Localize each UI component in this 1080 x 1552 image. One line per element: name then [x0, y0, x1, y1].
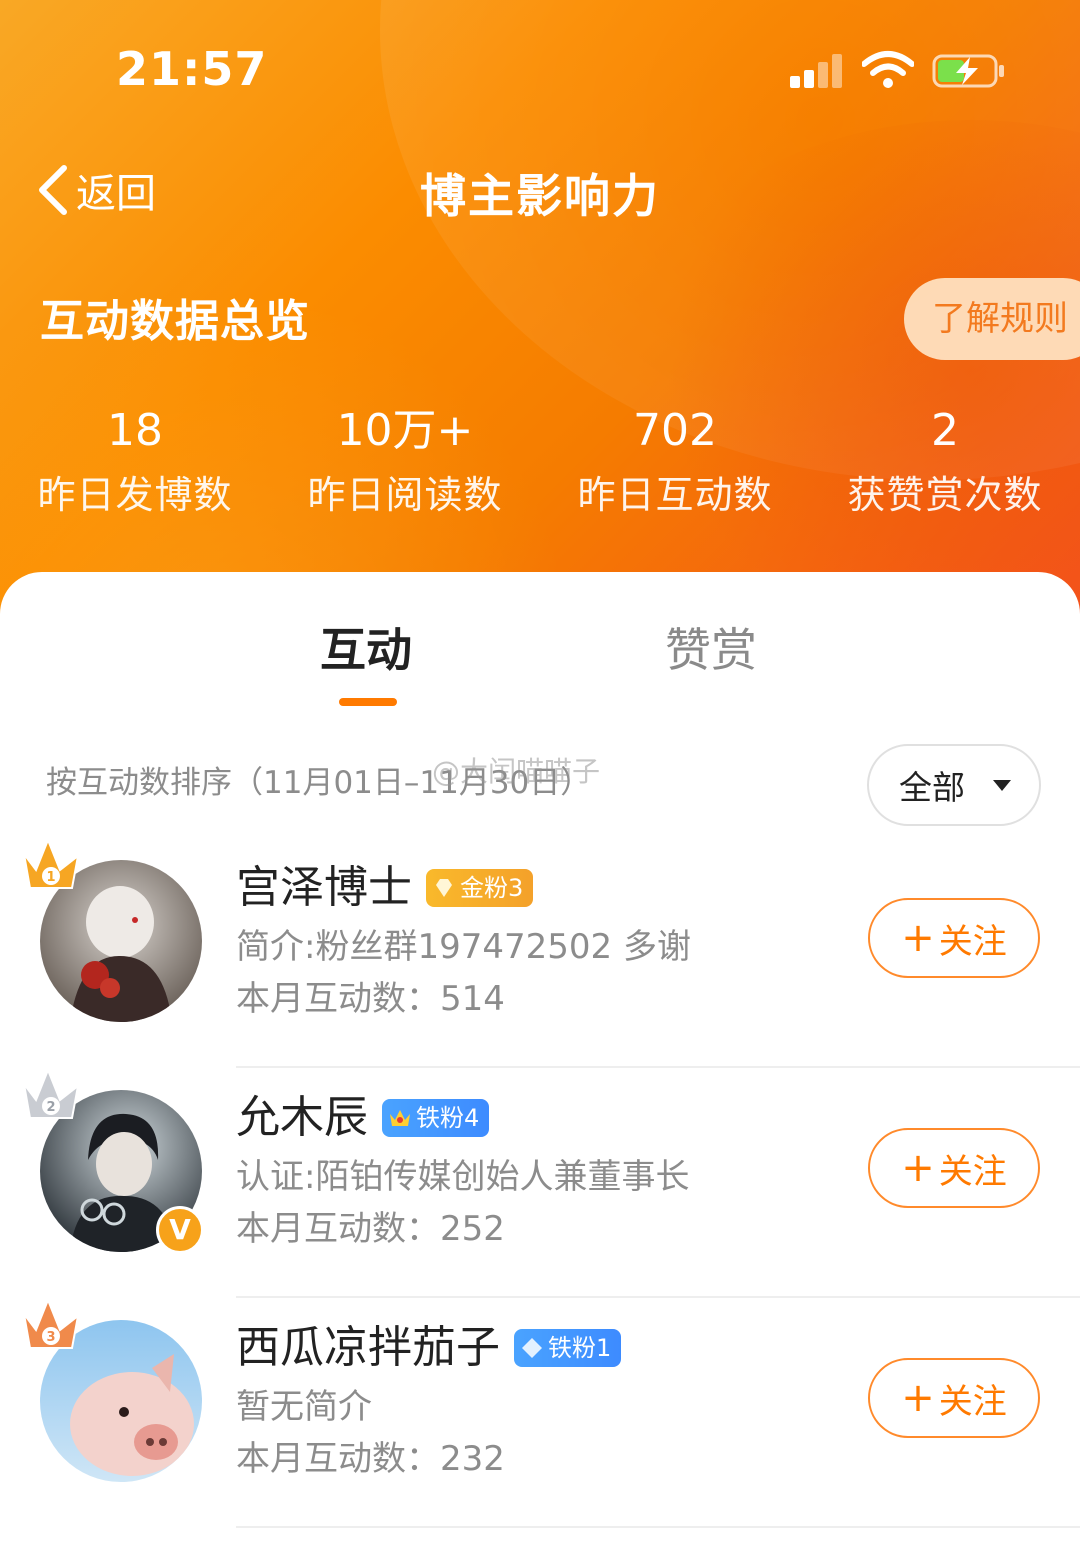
- user-name[interactable]: 宫泽博士: [236, 858, 412, 918]
- interaction-count: 本月互动数：514: [236, 974, 505, 1024]
- follow-label: 关注: [938, 1381, 1007, 1422]
- follow-button[interactable]: + 关注: [868, 1358, 1040, 1438]
- user-intro: 暂无简介: [236, 1387, 372, 1427]
- interaction-count: 本月互动数：232: [236, 1434, 505, 1484]
- rank-number: 2: [46, 1100, 55, 1115]
- tab-reward[interactable]: 赞赏: [665, 620, 757, 680]
- stat-value: 10万+: [336, 405, 474, 456]
- active-tab-indicator: [339, 698, 397, 706]
- stat-posts: 18 昨日发博数: [0, 405, 270, 525]
- wifi-icon: [862, 51, 914, 88]
- fan-badge: 铁粉1: [514, 1329, 622, 1367]
- tab-bar: 互动 赞赏: [0, 620, 1080, 720]
- divider: [236, 1526, 1080, 1528]
- rank-number: 1: [46, 870, 55, 885]
- rank-crown-icon: 3: [23, 1297, 80, 1349]
- list-item[interactable]: 1 宫泽博士 金粉3 简介:粉丝群197472502 多谢 本月互动数：514 …: [0, 837, 1080, 1068]
- gold-gem-icon: [436, 879, 452, 897]
- rank-crown-icon: 1: [23, 837, 80, 889]
- follow-label: 关注: [938, 1151, 1007, 1192]
- stat-label: 昨日发博数: [37, 473, 233, 517]
- verified-badge-icon: V: [156, 1206, 204, 1254]
- stat-label: 获赞赏次数: [847, 473, 1043, 517]
- status-time: 21:57: [116, 42, 268, 96]
- crown-gem-icon: [390, 1110, 410, 1126]
- plus-icon: +: [901, 1375, 935, 1421]
- stats-row: 18 昨日发博数 10万+ 昨日阅读数 702 昨日互动数 2 获赞赏次数: [0, 405, 1080, 525]
- fan-badge-label: 金粉3: [460, 874, 524, 902]
- filter-dropdown[interactable]: 全部: [867, 744, 1041, 826]
- follow-label: 关注: [938, 921, 1007, 962]
- stat-value: 18: [107, 405, 163, 456]
- battery-charging-icon: [932, 54, 1004, 88]
- stat-interactions: 702 昨日互动数: [540, 405, 810, 525]
- user-name[interactable]: 允木辰: [236, 1088, 368, 1148]
- count-value: 514: [440, 979, 505, 1019]
- count-label: 本月互动数：: [236, 1209, 440, 1249]
- name-line: 西瓜凉拌茄子 铁粉1: [236, 1318, 622, 1378]
- name-line: 允木辰 铁粉4: [236, 1088, 490, 1148]
- list-item[interactable]: 2 V 允木辰 铁粉4 认证:陌铂传媒创始人兼董事长 本月互动数：252 + 关…: [0, 1067, 1080, 1298]
- rank-crown-icon: 2: [23, 1067, 80, 1119]
- user-intro: 认证:陌铂传媒创始人兼董事长: [236, 1157, 690, 1197]
- interaction-count: 本月互动数：252: [236, 1204, 505, 1254]
- page-title: 博主影响力: [420, 169, 660, 223]
- tab-interaction[interactable]: 互动: [320, 620, 412, 680]
- rules-button[interactable]: 了解规则: [904, 278, 1080, 360]
- filter-value: 全部: [899, 768, 965, 807]
- diamond-icon: [522, 1338, 542, 1358]
- overview-title: 互动数据总览: [40, 296, 310, 347]
- list-item[interactable]: 3 西瓜凉拌茄子 铁粉1 暂无简介 本月互动数：232 + 关注: [0, 1297, 1080, 1528]
- stat-reads: 10万+ 昨日阅读数: [270, 405, 540, 525]
- count-value: 252: [440, 1209, 505, 1249]
- fan-badge-label: 铁粉1: [548, 1334, 612, 1362]
- plus-icon: +: [901, 1145, 935, 1191]
- follow-button[interactable]: + 关注: [868, 1128, 1040, 1208]
- stat-value: 702: [633, 405, 717, 456]
- user-name[interactable]: 西瓜凉拌茄子: [236, 1318, 500, 1378]
- count-label: 本月互动数：: [236, 979, 440, 1019]
- user-intro: 简介:粉丝群197472502 多谢: [236, 927, 691, 967]
- count-value: 232: [440, 1439, 505, 1479]
- rank-number: 3: [46, 1330, 55, 1345]
- fan-badge: 铁粉4: [382, 1099, 490, 1137]
- plus-icon: +: [901, 915, 935, 961]
- stat-label: 昨日阅读数: [307, 473, 503, 517]
- fan-badge: 金粉3: [426, 869, 534, 907]
- stat-label: 昨日互动数: [577, 473, 773, 517]
- watermark: @大闰喵喵子: [432, 755, 601, 788]
- count-label: 本月互动数：: [236, 1439, 440, 1479]
- name-line: 宫泽博士 金粉3: [236, 858, 534, 918]
- cellular-signal-icon: [790, 54, 846, 88]
- follow-button[interactable]: + 关注: [868, 898, 1040, 978]
- fan-badge-label: 铁粉4: [416, 1104, 480, 1132]
- stat-rewards: 2 获赞赏次数: [810, 405, 1080, 525]
- caret-down-icon: [993, 779, 1011, 791]
- stat-value: 2: [931, 405, 959, 456]
